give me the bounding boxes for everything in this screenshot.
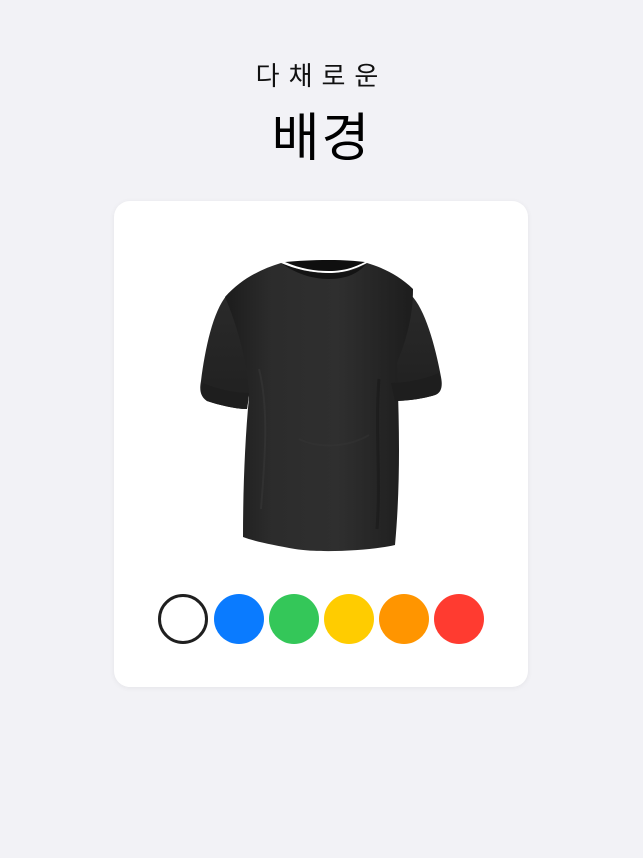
preview-card bbox=[114, 201, 528, 687]
header-subtitle: 다채로운 bbox=[255, 62, 388, 92]
swatch-orange[interactable] bbox=[379, 594, 429, 644]
color-swatches bbox=[158, 594, 488, 644]
swatch-yellow[interactable] bbox=[324, 594, 374, 644]
t-shirt-image bbox=[200, 260, 442, 552]
swatch-white[interactable] bbox=[158, 594, 208, 644]
swatch-green[interactable] bbox=[269, 594, 319, 644]
swatch-blue[interactable] bbox=[214, 594, 264, 644]
page-title: 배경 bbox=[271, 109, 372, 169]
swatch-red[interactable] bbox=[434, 594, 484, 644]
